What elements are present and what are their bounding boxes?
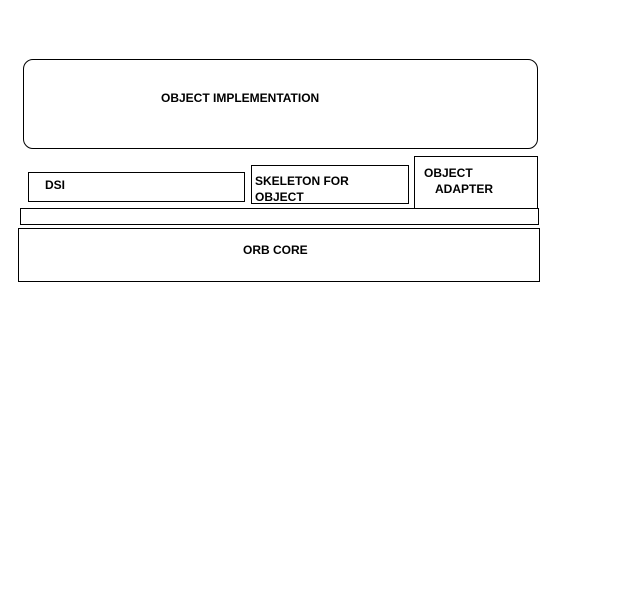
object-adapter-label-line2: ADAPTER — [435, 182, 494, 196]
object-adapter-label-line1: OBJECT — [424, 166, 473, 180]
orb-core-label: ORB CORE — [243, 243, 308, 257]
dsi-label: DSI — [45, 178, 66, 192]
skeleton-label: SKELETON FOR OBJECT — [255, 173, 349, 205]
interface-strip-box — [20, 208, 539, 225]
skeleton-label-line1: SKELETON FOR — [255, 174, 349, 188]
object-implementation-label: OBJECT IMPLEMENTATION — [161, 91, 320, 105]
skeleton-label-line2: OBJECT — [255, 190, 304, 204]
